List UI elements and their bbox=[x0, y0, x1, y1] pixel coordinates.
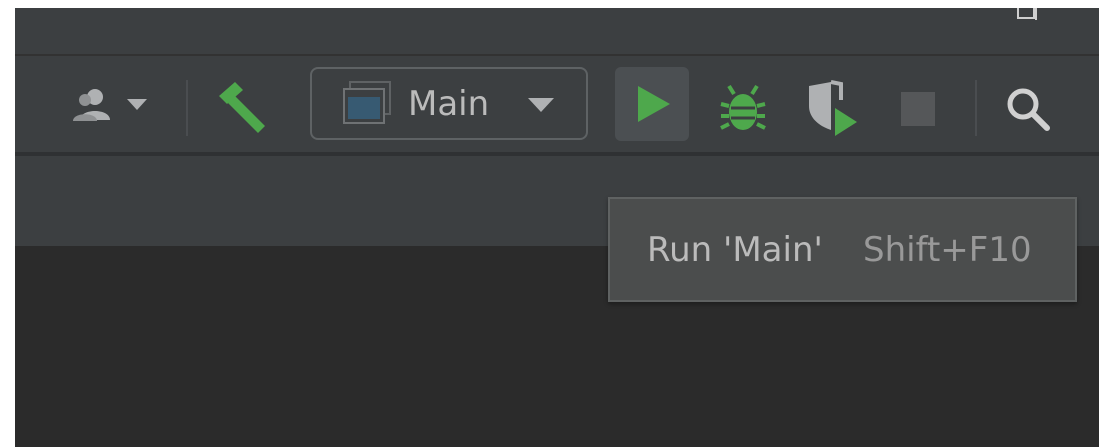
hammer-icon bbox=[219, 82, 265, 133]
application-config-icon bbox=[343, 81, 391, 124]
restore-window-icon[interactable] bbox=[1017, 8, 1039, 22]
coverage-icon bbox=[809, 80, 857, 136]
stop-button[interactable] bbox=[895, 86, 941, 132]
run-with-coverage-button[interactable] bbox=[803, 80, 859, 138]
users-dropdown-icon bbox=[73, 89, 147, 121]
title-bar bbox=[15, 8, 1099, 54]
run-tooltip: Run 'Main' Shift+F10 bbox=[608, 197, 1077, 302]
toolbar-separator bbox=[186, 80, 188, 136]
run-button[interactable] bbox=[615, 67, 689, 141]
search-icon bbox=[1007, 88, 1050, 131]
debug-button[interactable] bbox=[715, 82, 771, 134]
run-configuration-selector[interactable]: Main bbox=[310, 67, 588, 140]
chevron-down-icon bbox=[528, 98, 554, 112]
main-toolbar: Main bbox=[15, 56, 1099, 152]
toolbar-separator bbox=[975, 80, 977, 136]
run-configuration-label: Main bbox=[408, 84, 490, 124]
ide-window: Main Run 'Main' Shift+F10 bbox=[15, 8, 1099, 447]
build-button[interactable] bbox=[213, 78, 273, 134]
users-dropdown-button[interactable] bbox=[67, 84, 167, 124]
tooltip-shortcut: Shift+F10 bbox=[863, 230, 1032, 270]
search-everywhere-button[interactable] bbox=[1003, 84, 1053, 134]
tooltip-action-label: Run 'Main' bbox=[647, 230, 823, 270]
stop-icon bbox=[901, 92, 935, 126]
bug-icon bbox=[720, 84, 766, 130]
play-icon bbox=[638, 86, 670, 122]
